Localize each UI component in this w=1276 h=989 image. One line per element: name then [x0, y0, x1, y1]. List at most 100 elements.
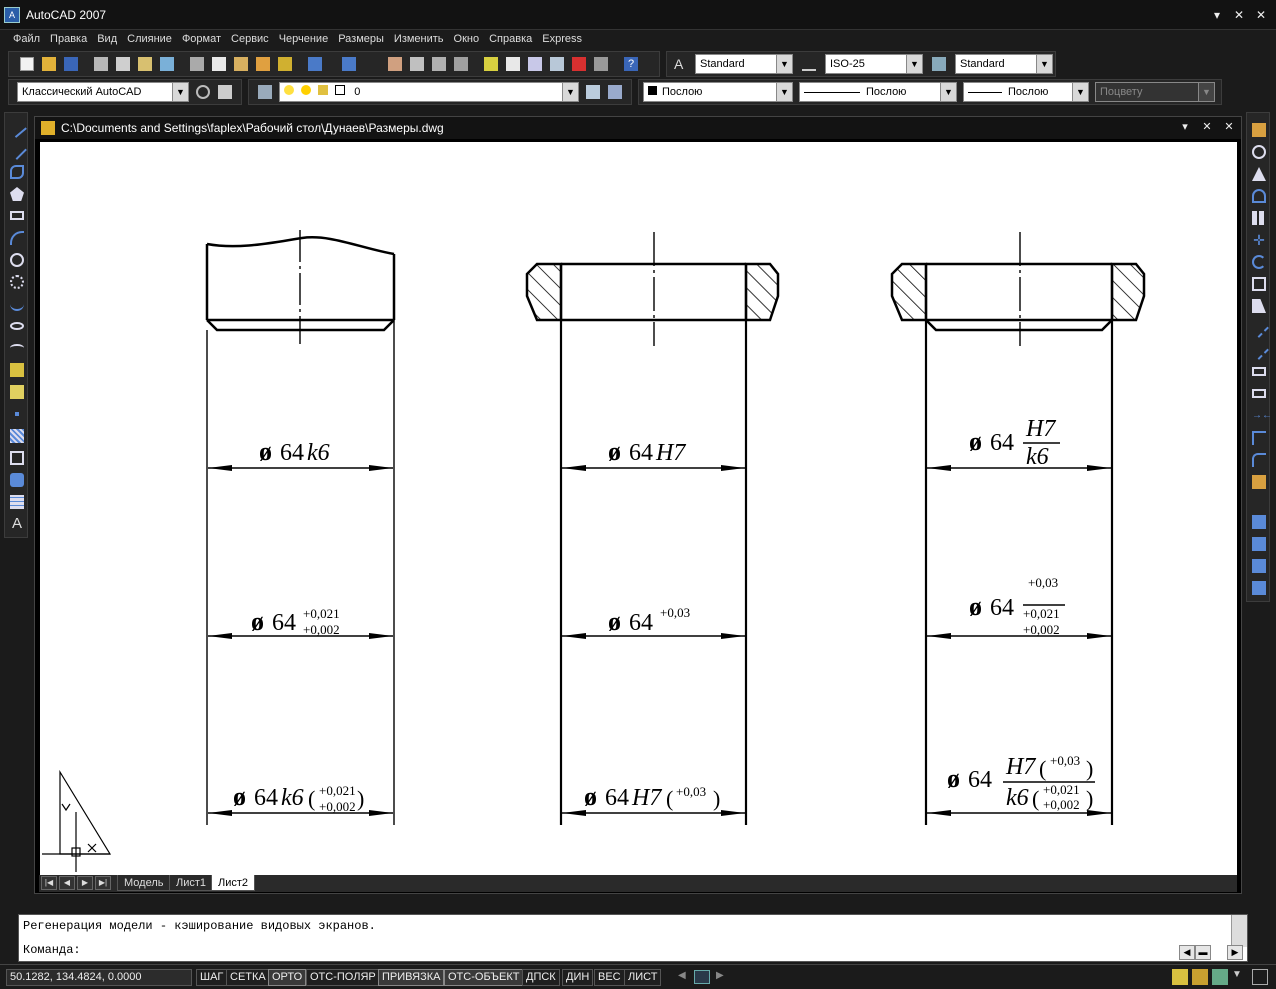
publish-icon[interactable]: [135, 54, 155, 74]
circle-icon[interactable]: [8, 251, 26, 269]
rectangle-icon[interactable]: [8, 207, 26, 225]
block-editor-icon[interactable]: [275, 54, 295, 74]
break-icon[interactable]: [1250, 385, 1268, 403]
new-icon[interactable]: [17, 54, 37, 74]
ortho-button[interactable]: ОРТО: [268, 969, 307, 986]
linetype-select[interactable]: Послою ▼: [799, 82, 957, 102]
scroll-left-icon[interactable]: ◀: [1179, 945, 1195, 960]
polyline-icon[interactable]: [8, 163, 26, 181]
text-style-select[interactable]: Standard ▼: [695, 54, 793, 74]
hatch-icon[interactable]: [8, 427, 26, 445]
match-properties-icon[interactable]: [253, 54, 273, 74]
lwt-button[interactable]: ВЕС: [594, 969, 625, 986]
minimize-icon[interactable]: ▾: [1208, 6, 1226, 24]
scroll-left-icon[interactable]: ◀: [678, 970, 686, 981]
trim-icon[interactable]: [1249, 318, 1269, 338]
table-style-select[interactable]: Standard ▼: [955, 54, 1053, 74]
revision-cloud-icon[interactable]: [8, 273, 26, 291]
layout-button[interactable]: ЛИСТ: [624, 969, 662, 986]
layer-select[interactable]: 0 ▼: [279, 82, 579, 102]
table-icon[interactable]: [8, 493, 26, 511]
dyn-button[interactable]: ДИН: [562, 969, 594, 986]
comm-center-icon[interactable]: [1192, 969, 1208, 985]
copy-icon[interactable]: [209, 54, 229, 74]
scroll-right-icon[interactable]: ▶: [1227, 945, 1243, 960]
lock-icon[interactable]: [1172, 969, 1188, 985]
drawing-canvas[interactable]: ø 64 k6 ø 64 +0,021 +0,002 ø 64 k6 ( +0,…: [40, 142, 1237, 876]
annotation-scale-icon[interactable]: [1212, 969, 1228, 985]
zoom-window-icon[interactable]: [429, 54, 449, 74]
menu-dimension[interactable]: Размеры: [333, 31, 389, 49]
construction-line-icon[interactable]: [7, 140, 27, 160]
restore-icon[interactable]: ✕: [1230, 6, 1248, 24]
pan-icon[interactable]: [385, 54, 405, 74]
draworder-above-icon[interactable]: [1250, 557, 1268, 575]
make-current-layer-icon[interactable]: [583, 82, 603, 102]
clean-screen-icon[interactable]: [1252, 969, 1268, 985]
move-icon[interactable]: ✛: [1250, 231, 1268, 249]
draworder-under-icon[interactable]: [1250, 579, 1268, 597]
menu-window[interactable]: Окно: [449, 31, 485, 49]
stretch-icon[interactable]: [1250, 297, 1268, 315]
doc-close-icon[interactable]: ✕: [1221, 119, 1237, 135]
tab-layout2[interactable]: Лист2: [211, 875, 256, 891]
command-scrollbar[interactable]: [1231, 915, 1247, 947]
tool-palettes-icon[interactable]: [525, 54, 545, 74]
rotate-icon[interactable]: [1250, 253, 1268, 271]
spline-icon[interactable]: [8, 295, 26, 313]
doc-restore-icon[interactable]: ✕: [1199, 119, 1215, 135]
chamfer-icon[interactable]: [1250, 429, 1268, 447]
join-icon[interactable]: →←: [1250, 407, 1272, 425]
ellipse-arc-icon[interactable]: [8, 339, 26, 357]
open-icon[interactable]: [39, 54, 59, 74]
menu-file[interactable]: Файл: [8, 31, 45, 49]
layer-properties-icon[interactable]: [255, 82, 275, 102]
explode-icon[interactable]: [1250, 473, 1268, 491]
multiline-text-icon[interactable]: A: [8, 515, 26, 533]
last-tab-icon[interactable]: ▶|: [95, 876, 111, 890]
erase-icon[interactable]: [1250, 121, 1268, 139]
workspace-settings-icon[interactable]: [193, 82, 213, 102]
scroll-right-icon[interactable]: ▶: [716, 970, 724, 981]
first-tab-icon[interactable]: |◀: [41, 876, 57, 890]
lineweight-select[interactable]: Послою ▼: [963, 82, 1089, 102]
array-icon[interactable]: [1250, 209, 1268, 227]
cut-icon[interactable]: [187, 54, 207, 74]
close-icon[interactable]: ✕: [1252, 6, 1270, 24]
menu-modify[interactable]: Изменить: [389, 31, 449, 49]
layer-previous-icon[interactable]: [605, 82, 625, 102]
plot-icon[interactable]: [91, 54, 111, 74]
fillet-icon[interactable]: [1250, 451, 1268, 469]
markup-icon[interactable]: [569, 54, 589, 74]
undo-icon[interactable]: [305, 54, 325, 74]
scale-icon[interactable]: [1250, 275, 1268, 293]
make-block-icon[interactable]: [8, 383, 26, 401]
redo-icon[interactable]: [339, 54, 359, 74]
polar-button[interactable]: ОТС-ПОЛЯР: [306, 969, 380, 986]
prev-tab-icon[interactable]: ◀: [59, 876, 75, 890]
menu-draw[interactable]: Черчение: [274, 31, 334, 49]
menu-tools[interactable]: Сервис: [226, 31, 274, 49]
plot-preview-icon[interactable]: [113, 54, 133, 74]
otrack-button[interactable]: ОТС-ОБЪЕКТ: [444, 969, 524, 986]
paste-icon[interactable]: [231, 54, 251, 74]
help-icon[interactable]: ?: [621, 54, 641, 74]
mirror-icon[interactable]: [1250, 165, 1268, 183]
region-icon[interactable]: [8, 471, 26, 489]
grid-button[interactable]: СЕТКА: [226, 969, 270, 986]
zoom-previous-icon[interactable]: [451, 54, 471, 74]
autocad-app-icon[interactable]: A: [4, 7, 20, 23]
coordinates-readout[interactable]: 50.1282, 134.4824, 0.0000: [6, 969, 192, 986]
offset-icon[interactable]: [1250, 187, 1268, 205]
calculator-icon[interactable]: [591, 54, 611, 74]
draworder-back-icon[interactable]: [1250, 535, 1268, 553]
3d-dwf-icon[interactable]: [157, 54, 177, 74]
chevron-down-icon[interactable]: ▼: [1232, 969, 1248, 985]
command-prompt[interactable]: Команда:: [23, 943, 81, 957]
ellipse-icon[interactable]: [8, 317, 26, 335]
ducs-button[interactable]: ДПСК: [522, 969, 560, 986]
dim-style-icon[interactable]: [799, 54, 819, 74]
zoom-realtime-icon[interactable]: [407, 54, 427, 74]
command-window[interactable]: Регенерация модели - кэширование видовых…: [18, 914, 1248, 962]
gradient-icon[interactable]: [8, 449, 26, 467]
